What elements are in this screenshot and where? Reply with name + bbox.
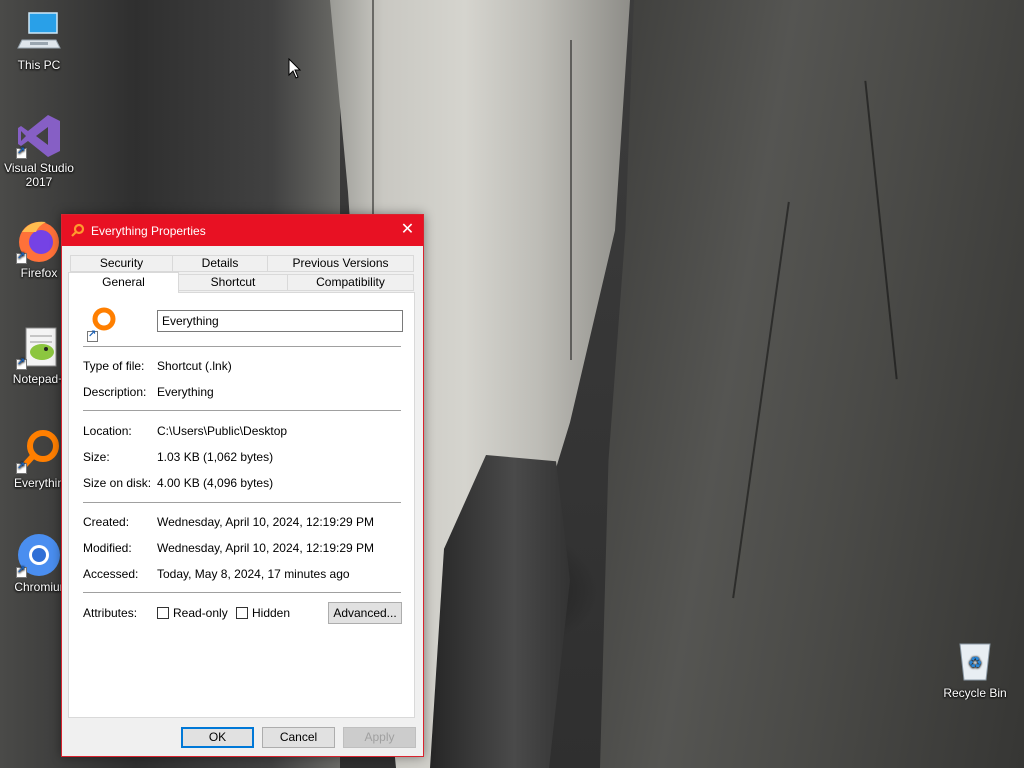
advanced-button[interactable]: Advanced... (328, 602, 402, 624)
tab-previous-versions[interactable]: Previous Versions (267, 255, 414, 272)
everything-icon (87, 306, 121, 342)
desktop-icon-this-pc[interactable]: This PC (1, 10, 77, 72)
hidden-label: Hidden (252, 606, 291, 620)
cancel-button[interactable]: Cancel (262, 727, 335, 748)
dialog-titlebar[interactable]: Everything Properties ✕ (62, 215, 423, 246)
svg-text:♻: ♻ (968, 653, 982, 672)
modified-value: Wednesday, April 10, 2024, 12:19:29 PM (157, 541, 375, 555)
type-value: Shortcut (.lnk) (157, 359, 232, 373)
everything-icon (16, 428, 62, 474)
shortcut-arrow-icon (16, 565, 27, 578)
tab-shortcut[interactable]: Shortcut (178, 274, 288, 291)
everything-icon (70, 223, 85, 238)
close-button[interactable]: ✕ (392, 215, 423, 246)
dialog-title: Everything Properties (91, 224, 206, 238)
firefox-icon (16, 218, 62, 264)
shortcut-arrow-icon (16, 251, 27, 264)
notepad-plus-plus-icon (16, 324, 62, 370)
checkbox-box[interactable] (236, 607, 248, 619)
hidden-checkbox[interactable]: Hidden (236, 606, 290, 620)
size-label: Size: (83, 450, 110, 464)
apply-button[interactable]: Apply (343, 727, 416, 748)
location-label: Location: (83, 424, 132, 438)
location-value: C:\Users\Public\Desktop (157, 424, 288, 438)
modified-label: Modified: (83, 541, 132, 555)
shortcut-arrow-icon (87, 329, 98, 342)
visual-studio-icon (16, 113, 62, 159)
description-label: Description: (83, 385, 147, 399)
size-on-disk-value: 4.00 KB (4,096 bytes) (157, 476, 274, 490)
name-input[interactable] (157, 310, 403, 332)
rock-crack (570, 40, 572, 360)
this-pc-icon (16, 10, 62, 56)
divider (83, 502, 401, 503)
divider (83, 346, 401, 347)
desktop-icon-recycle-bin[interactable]: ♻ Recycle Bin (937, 638, 1013, 700)
accessed-value: Today, May 8, 2024, 17 minutes ago (157, 567, 350, 581)
size-value: 1.03 KB (1,062 bytes) (157, 450, 274, 464)
mouse-cursor-icon (288, 57, 302, 83)
desktop-icon-label: 2017 (25, 175, 53, 189)
attributes-label: Attributes: (83, 606, 138, 620)
tab-security[interactable]: Security (70, 255, 173, 272)
shortcut-arrow-icon (16, 461, 27, 474)
tab-details[interactable]: Details (172, 255, 268, 272)
description-value: Everything (157, 385, 214, 399)
general-tab-panel: Type of file: Shortcut (.lnk) Descriptio… (68, 292, 415, 718)
accessed-label: Accessed: (83, 567, 139, 581)
chromium-icon (16, 532, 62, 578)
tab-compatibility[interactable]: Compatibility (287, 274, 414, 291)
tab-general[interactable]: General (68, 272, 179, 293)
desktop-icon-label: This PC (17, 58, 61, 72)
size-on-disk-label: Size on disk: (83, 476, 152, 490)
close-icon: ✕ (400, 221, 415, 238)
readonly-checkbox[interactable]: Read-only (157, 606, 228, 620)
type-label: Type of file: (83, 359, 145, 373)
shortcut-arrow-icon (16, 146, 27, 159)
recycle-bin-icon: ♻ (952, 638, 998, 684)
desktop-icon-label: Visual Studio (4, 161, 74, 175)
divider (83, 410, 401, 411)
desktop-icon-visual-studio[interactable]: Visual Studio 2017 (1, 113, 77, 189)
created-value: Wednesday, April 10, 2024, 12:19:29 PM (157, 515, 375, 529)
created-label: Created: (83, 515, 130, 529)
ok-button[interactable]: OK (181, 727, 254, 748)
checkbox-box[interactable] (157, 607, 169, 619)
tab-strip: Security Details Previous Versions Gener… (68, 253, 415, 293)
readonly-label: Read-only (173, 606, 228, 620)
desktop-icon-label: Recycle Bin (943, 686, 1007, 700)
divider (83, 592, 401, 593)
shortcut-arrow-icon (16, 357, 27, 370)
properties-dialog: Everything Properties ✕ Security Details… (61, 214, 424, 757)
